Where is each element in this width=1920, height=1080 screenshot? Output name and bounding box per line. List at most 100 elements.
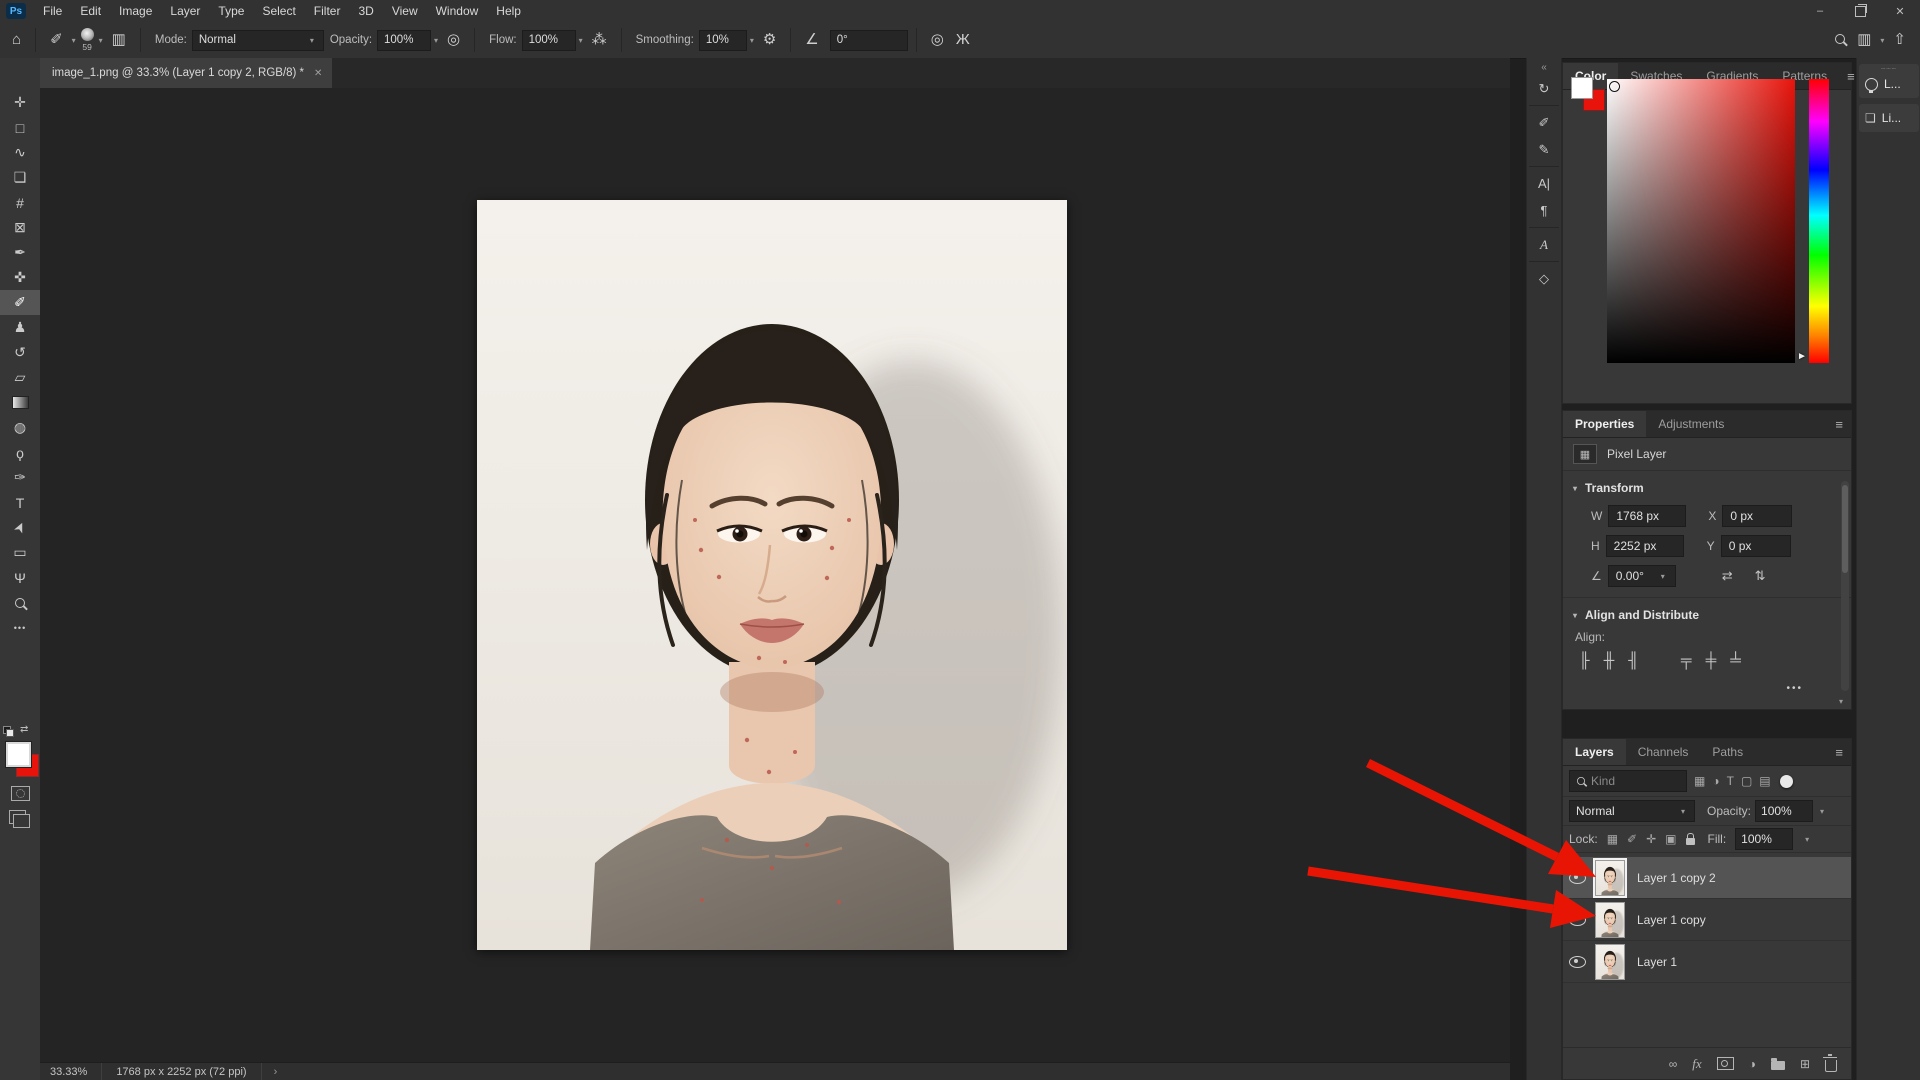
brush-settings-toggle-icon[interactable]: ▥ bbox=[106, 23, 132, 57]
color-picker-marker[interactable] bbox=[1609, 81, 1620, 92]
share-icon[interactable]: ⇧ bbox=[1887, 23, 1912, 57]
layer-name[interactable]: Layer 1 bbox=[1637, 955, 1677, 969]
menu-item[interactable]: Filter bbox=[305, 0, 350, 22]
pressure-size-icon[interactable]: ◎ bbox=[925, 23, 950, 57]
filter-pixel-layers-icon[interactable]: ▦ bbox=[1694, 774, 1705, 788]
symmetry-icon[interactable]: Ж bbox=[950, 23, 976, 57]
gradient-tool[interactable] bbox=[0, 390, 40, 415]
menu-item[interactable]: Edit bbox=[71, 0, 110, 22]
brush-tool[interactable]: ✐ bbox=[0, 290, 40, 315]
menu-item[interactable]: 3D bbox=[349, 0, 382, 22]
lock-position-icon[interactable]: ✛ bbox=[1646, 832, 1656, 846]
menu-item[interactable]: Window bbox=[427, 0, 488, 22]
hue-slider[interactable] bbox=[1809, 79, 1829, 363]
dodge-tool[interactable]: ϙ bbox=[0, 440, 40, 465]
flow-field[interactable]: 100% bbox=[522, 30, 576, 51]
foreground-color-swatch[interactable] bbox=[1571, 77, 1593, 99]
home-icon[interactable]: ⌂ bbox=[6, 23, 27, 57]
layer-row[interactable]: Layer 1 copy 2 bbox=[1563, 857, 1851, 899]
layer-style-icon[interactable]: fx bbox=[1692, 1056, 1701, 1072]
history-panel-icon[interactable]: ↻ bbox=[1527, 75, 1561, 102]
tab-adjustments[interactable]: Adjustments bbox=[1646, 411, 1736, 437]
layer-row[interactable]: Layer 1 bbox=[1563, 941, 1851, 983]
glyphs-panel-icon[interactable]: A bbox=[1527, 231, 1561, 258]
3d-panel-icon[interactable]: ◇ bbox=[1527, 265, 1561, 292]
type-tool[interactable]: T bbox=[0, 490, 40, 515]
flip-horizontal-icon[interactable]: ⇄ bbox=[1714, 568, 1741, 584]
workspace-switcher-icon[interactable]: ▥ bbox=[1851, 23, 1877, 57]
layer-visibility-toggle[interactable] bbox=[1563, 956, 1591, 968]
align-section-header[interactable]: ▾ Align and Distribute bbox=[1563, 597, 1851, 628]
align-bottom-icon[interactable]: ╧ bbox=[1730, 652, 1741, 669]
opacity-field[interactable]: 100% bbox=[377, 30, 431, 51]
learn-panel-tile[interactable]: ┄┄┄ L... bbox=[1859, 64, 1919, 98]
filter-shape-layers-icon[interactable]: ▢ bbox=[1741, 774, 1752, 788]
layer-row[interactable]: Layer 1 copy bbox=[1563, 899, 1851, 941]
crop-tool[interactable]: # bbox=[0, 190, 40, 215]
rotation-field[interactable]: 0.00° ▾ bbox=[1608, 565, 1676, 587]
saturation-brightness-field[interactable] bbox=[1607, 79, 1795, 363]
chevron-down-icon[interactable]: ▾ bbox=[576, 36, 586, 45]
panel-color-swatches[interactable] bbox=[1571, 77, 1611, 117]
restore-button[interactable] bbox=[1840, 0, 1880, 22]
tab-paths[interactable]: Paths bbox=[1700, 739, 1755, 765]
delete-layer-icon[interactable] bbox=[1825, 1060, 1837, 1072]
gear-icon[interactable]: ⚙ bbox=[757, 23, 782, 57]
link-layers-icon[interactable]: ∞ bbox=[1669, 1057, 1678, 1071]
panel-menu-icon[interactable]: ≡ bbox=[1827, 739, 1851, 765]
edit-toolbar-button[interactable]: ••• bbox=[0, 615, 40, 640]
tab-layers[interactable]: Layers bbox=[1563, 739, 1626, 765]
pen-tool[interactable]: ✑ bbox=[0, 465, 40, 490]
tab-properties[interactable]: Properties bbox=[1563, 411, 1646, 437]
screen-mode-button[interactable] bbox=[9, 810, 26, 824]
zoom-tool[interactable] bbox=[0, 590, 40, 615]
new-group-icon[interactable] bbox=[1771, 1061, 1785, 1070]
close-button[interactable]: ✕ bbox=[1880, 0, 1920, 22]
object-selection-tool[interactable]: ❏ bbox=[0, 165, 40, 190]
minimize-button[interactable]: – bbox=[1800, 0, 1840, 22]
pressure-opacity-icon[interactable]: ◎ bbox=[441, 23, 466, 57]
clone-stamp-tool[interactable]: ♟ bbox=[0, 315, 40, 340]
more-options-icon[interactable]: ••• bbox=[1563, 669, 1851, 694]
close-tab-icon[interactable]: ✕ bbox=[314, 68, 322, 79]
history-brush-tool[interactable]: ↺ bbox=[0, 340, 40, 365]
chevron-down-icon[interactable]: ▾ bbox=[747, 36, 757, 45]
y-field[interactable]: 0 px bbox=[1721, 535, 1791, 557]
lock-transparency-icon[interactable]: ▦ bbox=[1607, 832, 1618, 846]
layer-fill-field[interactable]: 100% bbox=[1735, 828, 1793, 850]
adjustment-layer-icon[interactable]: ◑ bbox=[1749, 1057, 1756, 1071]
foreground-color-swatch[interactable] bbox=[6, 742, 31, 767]
chevron-down-icon[interactable]: ▾ bbox=[1802, 835, 1812, 844]
menu-item[interactable]: Select bbox=[253, 0, 304, 22]
spot-healing-brush-tool[interactable]: ✜ bbox=[0, 265, 40, 290]
lock-all-icon[interactable] bbox=[1686, 838, 1695, 845]
airbrush-icon[interactable]: ⁂ bbox=[586, 23, 613, 57]
hue-slider-pointer[interactable]: ► bbox=[1797, 351, 1807, 362]
layer-blend-mode-select[interactable]: Normal ▾ bbox=[1569, 800, 1695, 822]
frame-tool[interactable]: ⊠ bbox=[0, 215, 40, 240]
layer-opacity-field[interactable]: 100% bbox=[1755, 800, 1813, 822]
libraries-panel-tile[interactable]: ❏ Li... bbox=[1859, 104, 1919, 132]
menu-item[interactable]: Type bbox=[209, 0, 253, 22]
align-right-icon[interactable]: ╢ bbox=[1628, 652, 1639, 669]
scroll-down-icon[interactable]: ▾ bbox=[1839, 697, 1843, 706]
tab-channels[interactable]: Channels bbox=[1626, 739, 1701, 765]
chevron-down-icon[interactable]: ▾ bbox=[69, 36, 79, 45]
menu-item[interactable]: View bbox=[383, 0, 427, 22]
align-top-icon[interactable]: ╤ bbox=[1681, 652, 1692, 669]
layer-visibility-toggle[interactable] bbox=[1563, 914, 1591, 926]
document-canvas[interactable] bbox=[477, 200, 1067, 950]
swap-colors-icon[interactable]: ⇄ bbox=[20, 724, 28, 735]
filter-smart-objects-icon[interactable]: ▤ bbox=[1759, 774, 1770, 788]
x-field[interactable]: 0 px bbox=[1722, 505, 1792, 527]
move-tool[interactable]: ✛ bbox=[0, 90, 40, 115]
quick-mask-mode-button[interactable] bbox=[11, 786, 30, 801]
expand-panels-icon[interactable]: « bbox=[1527, 58, 1561, 75]
menu-item[interactable]: File bbox=[34, 0, 71, 22]
layer-name[interactable]: Layer 1 copy bbox=[1637, 913, 1706, 927]
transform-section-header[interactable]: ▾ Transform bbox=[1563, 471, 1851, 501]
menu-item[interactable]: Image bbox=[110, 0, 161, 22]
smoothing-field[interactable]: 10% bbox=[699, 30, 747, 51]
rectangular-marquee-tool[interactable]: □ bbox=[0, 115, 40, 140]
brushes-panel-icon[interactable]: ✎ bbox=[1527, 136, 1561, 163]
